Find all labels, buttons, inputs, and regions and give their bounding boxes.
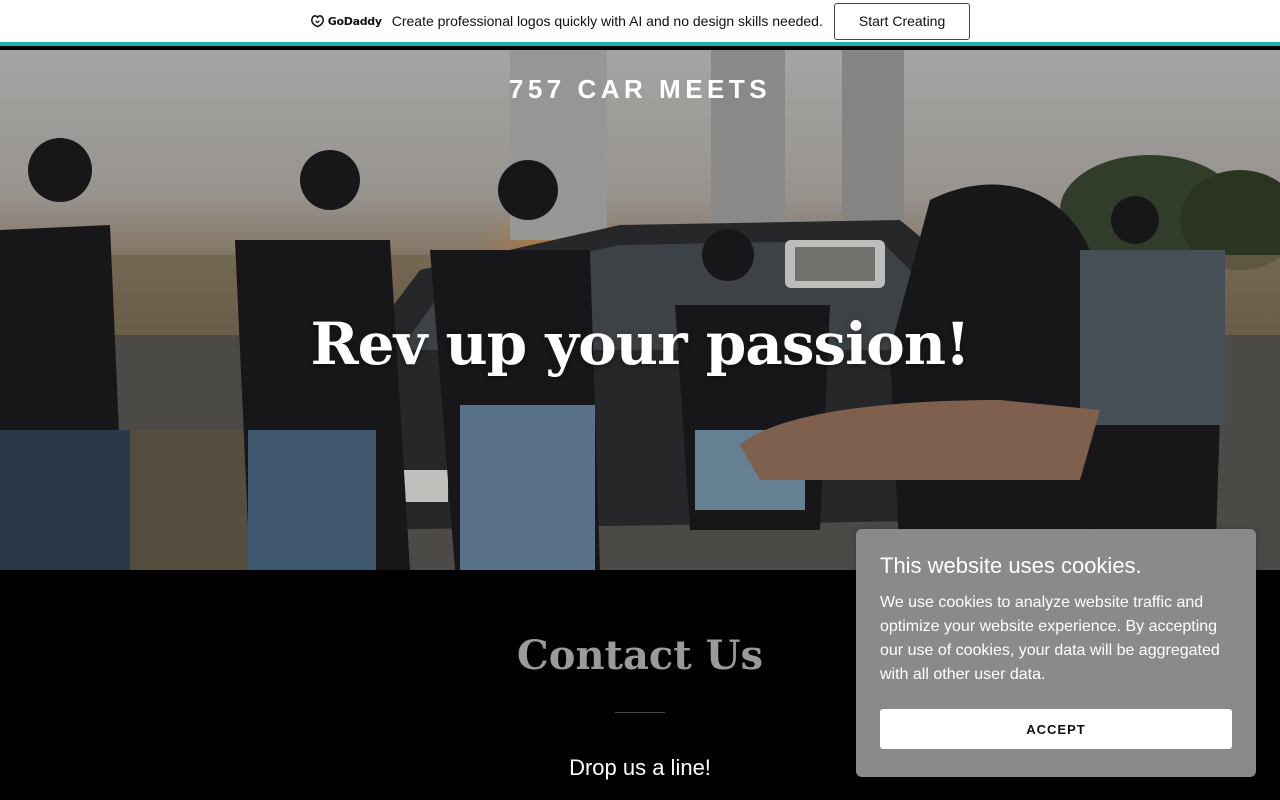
start-creating-button[interactable]: Start Creating (833, 2, 971, 40)
accept-cookies-button[interactable]: ACCEPT (880, 709, 1232, 749)
godaddy-logo-text: GoDaddy (327, 14, 382, 28)
hero-headline: Rev up your passion! (310, 310, 970, 378)
godaddy-logo-icon (310, 15, 324, 28)
promo-banner: GoDaddy Create professional logos quickl… (0, 0, 1280, 46)
hero-section: 757 CAR MEETS Rev up your passion! (0, 50, 1280, 570)
promo-text: Create professional logos quickly with A… (391, 13, 823, 29)
godaddy-logo[interactable]: GoDaddy (310, 14, 382, 28)
section-divider (615, 712, 665, 713)
cookie-consent-banner: This website uses cookies. We use cookie… (856, 529, 1256, 777)
site-title[interactable]: 757 CAR MEETS (0, 74, 1280, 105)
cookie-title: This website uses cookies. (880, 553, 1142, 578)
promo-content: GoDaddy Create professional logos quickl… (310, 2, 971, 40)
cookie-description: We use cookies to analyze website traffi… (880, 594, 1220, 683)
